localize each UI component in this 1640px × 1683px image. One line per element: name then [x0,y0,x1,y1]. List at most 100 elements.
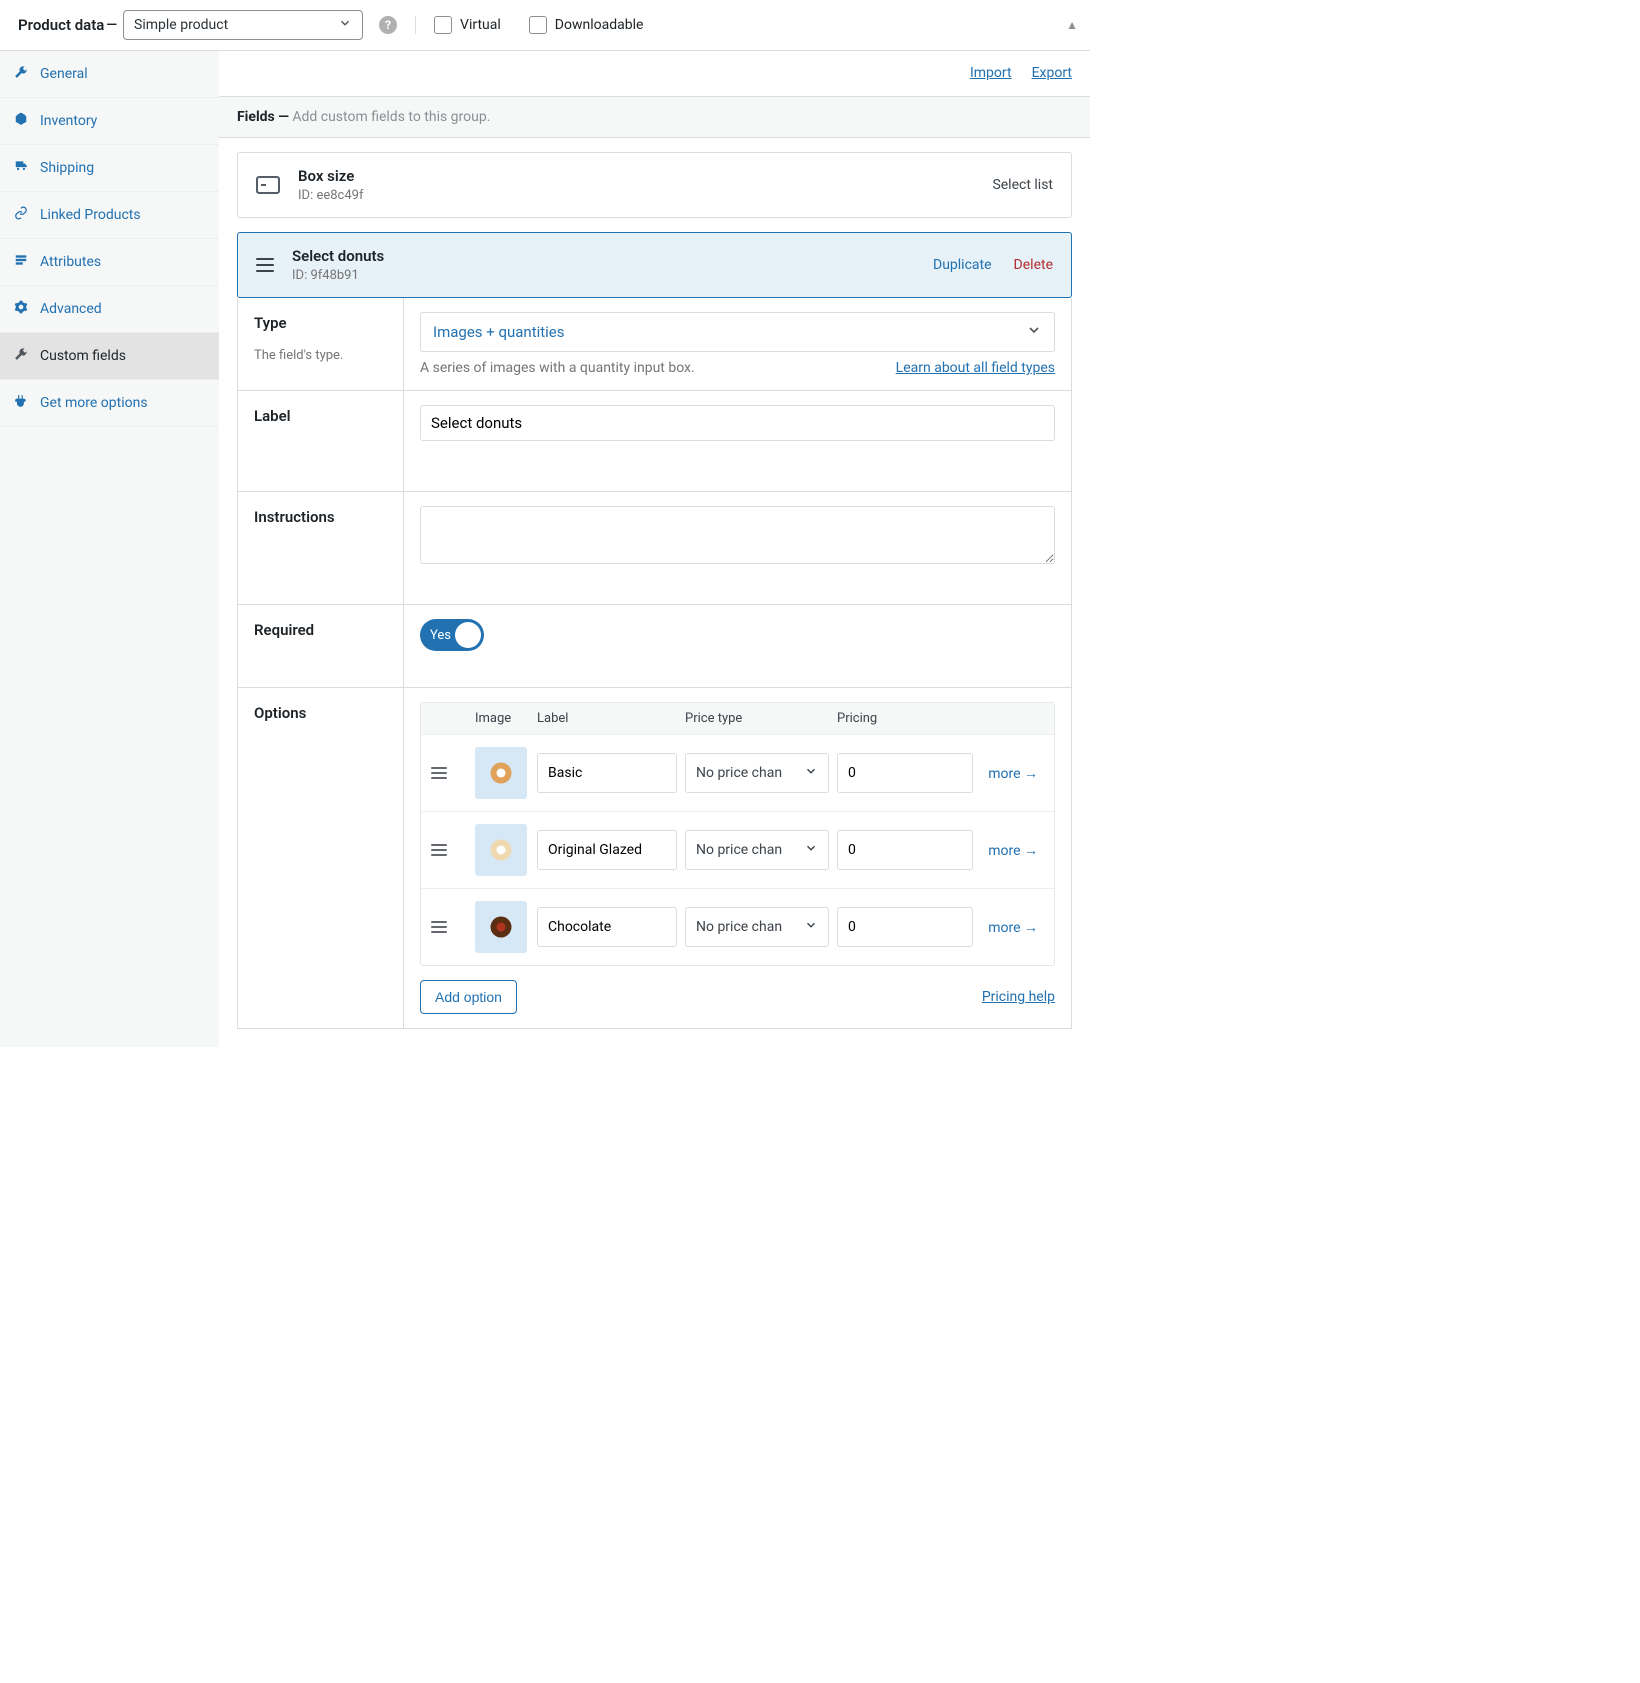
toggle-knob [455,622,481,648]
sidebar-item-label: Advanced [40,301,102,317]
field-id: ID: 9f48b91 [292,268,384,283]
option-pricing-input[interactable] [837,753,973,793]
learn-field-types-link[interactable]: Learn about all field types [896,360,1055,376]
inventory-icon [14,112,30,130]
fields-header-hint: Add custom fields to this group. [292,109,490,125]
instructions-textarea[interactable] [420,506,1055,564]
required-toggle[interactable]: Yes [420,619,484,651]
drag-handle-icon[interactable] [431,844,447,856]
chevron-down-icon [338,16,352,34]
sidebar-item-label: Get more options [40,395,148,411]
option-more-link[interactable]: more → [981,765,1044,782]
sidebar-item-label: Custom fields [40,348,126,364]
product-type-select[interactable]: Simple product [123,10,363,40]
sidebar-item-shipping[interactable]: Shipping [0,145,219,192]
attributes-icon [14,253,30,271]
option-label-input[interactable] [537,753,677,793]
sidebar-item-custom-fields[interactable]: Custom fields [0,333,219,380]
plugin-icon [14,394,30,412]
sidebar-item-advanced[interactable]: Advanced [0,286,219,333]
wrench-icon [14,347,30,365]
setting-label-label: Label [254,407,387,425]
options-table: Image Label Price type Pricing No price … [420,702,1055,966]
option-row: No price chan more → [421,888,1054,965]
fields-header-label: Fields — [237,109,289,125]
divider [415,16,416,34]
option-image-button[interactable] [475,824,527,876]
downloadable-checkbox-wrap[interactable]: Downloadable [529,16,644,34]
option-label-input[interactable] [537,907,677,947]
virtual-checkbox-wrap[interactable]: Virtual [434,16,501,34]
option-more-link[interactable]: more → [981,919,1044,936]
type-select[interactable]: Images + quantities [420,312,1055,352]
field-settings-panel: Type The field's type. Images + quantiti… [237,298,1072,1029]
drag-handle-icon[interactable] [431,921,447,933]
option-row: No price chan more → [421,734,1054,811]
help-icon[interactable]: ? [379,16,397,34]
sidebar-item-label: Inventory [40,113,97,129]
product-data-sidebar: General Inventory Shipping Linked Produc… [0,50,219,1047]
sidebar-item-general[interactable]: General [0,51,219,98]
option-price-type-select[interactable]: No price chan [685,830,829,870]
sidebar-item-label: General [40,66,88,82]
sidebar-item-get-more[interactable]: Get more options [0,380,219,427]
option-pricing-input[interactable] [837,830,973,870]
option-price-type-select[interactable]: No price chan [685,753,829,793]
option-image-button[interactable] [475,747,527,799]
panel-title: Product data [18,16,104,34]
sidebar-item-attributes[interactable]: Attributes [0,239,219,286]
field-title: Select donuts [292,247,384,265]
downloadable-label: Downloadable [555,17,644,33]
delete-button[interactable]: Delete [1014,257,1053,273]
checkbox-icon [434,16,452,34]
import-link[interactable]: Import [970,65,1012,81]
type-hint: A series of images with a quantity input… [420,360,695,376]
label-input[interactable] [420,405,1055,441]
collapse-panel-icon[interactable]: ▲ [1066,18,1078,32]
gear-icon [14,300,30,318]
truck-icon [14,159,30,177]
field-type-label: Select list [992,177,1053,193]
option-more-link[interactable]: more → [981,842,1044,859]
col-price-type: Price type [685,711,829,726]
duplicate-button[interactable]: Duplicate [933,257,992,273]
export-link[interactable]: Export [1032,65,1072,81]
link-icon [14,206,30,224]
sidebar-item-label: Shipping [40,160,94,176]
sidebar-item-label: Linked Products [40,207,141,223]
sidebar-item-linked-products[interactable]: Linked Products [0,192,219,239]
field-card-box-size[interactable]: Box size ID: ee8c49f Select list [237,152,1072,218]
pricing-help-link[interactable]: Pricing help [982,989,1055,1005]
checkbox-icon [529,16,547,34]
wrench-icon [14,65,30,83]
col-label: Label [537,711,677,726]
add-option-button[interactable]: Add option [420,980,517,1014]
option-pricing-input[interactable] [837,907,973,947]
chevron-down-icon [804,841,818,859]
chevron-down-icon [804,918,818,936]
drag-handle-icon[interactable] [431,767,447,779]
chevron-down-icon [804,764,818,782]
setting-desc-type: The field's type. [254,348,387,363]
field-card-select-donuts[interactable]: Select donuts ID: 9f48b91 Duplicate Dele… [237,232,1072,298]
setting-label-required: Required [254,621,387,639]
option-label-input[interactable] [537,830,677,870]
toggle-label: Yes [430,628,451,643]
field-type-icon [256,176,280,194]
col-image: Image [475,711,529,726]
type-selected-value: Images + quantities [433,323,565,341]
field-title: Box size [298,167,363,185]
product-type-value: Simple product [134,17,228,33]
sidebar-item-inventory[interactable]: Inventory [0,98,219,145]
setting-label-instructions: Instructions [254,508,387,526]
option-price-type-select[interactable]: No price chan [685,907,829,947]
chevron-down-icon [1026,322,1042,342]
option-row: No price chan more → [421,811,1054,888]
setting-label-options: Options [254,704,387,722]
virtual-label: Virtual [460,17,501,33]
drag-handle-icon[interactable] [256,258,274,272]
sidebar-item-label: Attributes [40,254,101,270]
field-id: ID: ee8c49f [298,188,363,203]
setting-label-type: Type [254,314,387,332]
option-image-button[interactable] [475,901,527,953]
